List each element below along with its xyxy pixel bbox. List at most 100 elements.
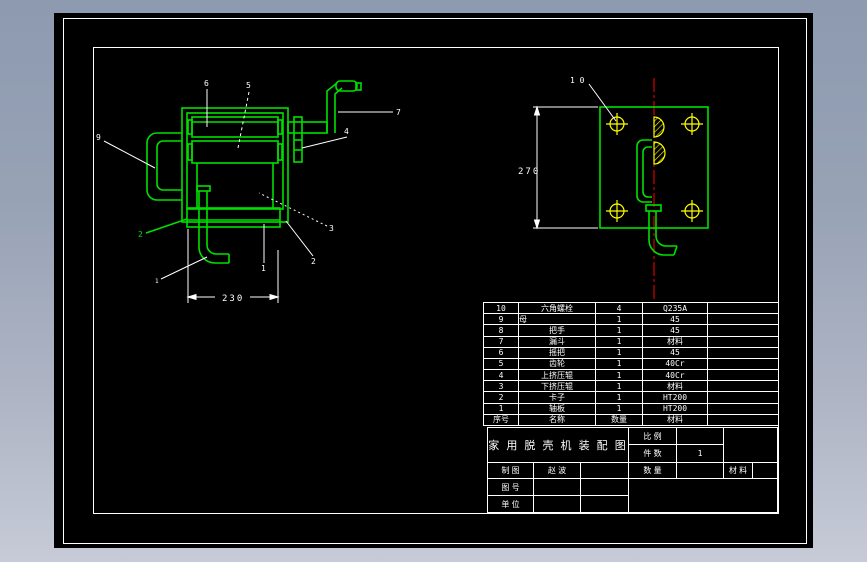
callout-1b: 1 xyxy=(155,278,159,285)
part-name: 母 xyxy=(518,313,596,326)
title-block-blank-cell xyxy=(628,478,778,513)
part-material: 45 xyxy=(642,313,708,326)
header-note xyxy=(707,413,779,427)
part-name: 下挤压辊 xyxy=(518,380,596,393)
table-row: 10 六角螺栓 4 Q235A xyxy=(483,301,779,315)
drawn-by-value: 赵 波 xyxy=(533,462,581,479)
part-name: 把手 xyxy=(518,324,596,337)
part-note xyxy=(707,313,779,326)
parts-list-table: 10 六角螺栓 4 Q235A 9 母 1 45 8 把手 1 45 7 漏斗 … xyxy=(483,301,779,427)
part-note xyxy=(707,346,779,359)
part-note xyxy=(707,357,779,371)
title-block-blank-cell xyxy=(580,495,629,513)
quantity-value xyxy=(676,462,724,479)
part-name: 六角螺栓 xyxy=(518,301,596,315)
part-qty: 1 xyxy=(595,357,643,371)
part-material: HT200 xyxy=(642,402,708,415)
header-no: 序号 xyxy=(483,413,519,427)
part-qty: 1 xyxy=(595,369,643,382)
drawing-title: 家 用 脱 壳 机 装 配 图 xyxy=(487,427,629,463)
cad-application-window: { "colors": { "drawing_green": "#00e000"… xyxy=(0,0,867,562)
pieces-value: 1 xyxy=(676,444,724,463)
callout-3: 3 xyxy=(329,224,334,233)
callout-4: 4 xyxy=(344,127,349,136)
material-label: 材 料 xyxy=(723,462,753,479)
part-name: 轴板 xyxy=(518,402,596,415)
callout-2: 2 xyxy=(311,257,316,266)
part-material: 40Cr xyxy=(642,369,708,382)
unit-label: 单 位 xyxy=(487,495,534,513)
part-material: 40Cr xyxy=(642,357,708,371)
table-row: 2 卡子 1 HT200 xyxy=(483,391,779,404)
side-plate-view: 270 1 0 xyxy=(518,76,709,300)
part-qty: 1 xyxy=(595,346,643,359)
cad-drawing-canvas[interactable]: 6 5 7 4 9 2 3 2 1 1 230 270 1 0 10 六角螺栓 … xyxy=(54,13,813,548)
part-name: 卡子 xyxy=(518,391,596,404)
machine-body-outline xyxy=(145,80,362,264)
assembly-front-view: 6 5 7 4 9 2 3 2 1 1 230 xyxy=(96,79,401,304)
part-material: 45 xyxy=(642,346,708,359)
title-block-blank-cell xyxy=(752,462,778,479)
callout-10: 1 0 xyxy=(570,76,585,85)
table-row: 3 下挤压辊 1 材料 xyxy=(483,380,779,393)
table-row: 6 摇把 1 45 xyxy=(483,346,779,359)
part-no: 6 xyxy=(483,346,519,359)
part-material: HT200 xyxy=(642,391,708,404)
callout-6: 6 xyxy=(204,79,209,88)
table-row: 1 轴板 1 HT200 xyxy=(483,402,779,415)
table-row: 9 母 1 45 xyxy=(483,313,779,326)
dimension-lines xyxy=(533,83,617,230)
part-material: Q235A xyxy=(642,301,708,315)
callout-2-green: 2 xyxy=(138,230,143,239)
part-name: 漏斗 xyxy=(518,335,596,348)
part-material: 材料 xyxy=(642,335,708,348)
part-no: 7 xyxy=(483,335,519,348)
quantity-label: 数 量 xyxy=(628,462,677,479)
title-block-blank-cell xyxy=(533,478,581,496)
part-no: 4 xyxy=(483,369,519,382)
part-qty: 1 xyxy=(595,324,643,337)
callout-9: 9 xyxy=(96,133,101,142)
dim-230: 230 xyxy=(222,294,244,304)
scale-label: 比 例 xyxy=(628,427,677,445)
title-block: 家 用 脱 壳 机 装 配 图 比 例 件 数 1 制 图 赵 波 数 量 材 … xyxy=(487,427,778,513)
part-qty: 1 xyxy=(595,313,643,326)
part-name: 摇把 xyxy=(518,346,596,359)
pieces-label: 件 数 xyxy=(628,444,677,463)
title-block-blank-cell xyxy=(723,427,778,463)
dimension-labels: 270 1 0 xyxy=(518,76,585,177)
table-row: 4 上挤压辊 1 40Cr xyxy=(483,369,779,382)
callout-leader-lines xyxy=(103,89,393,303)
header-qty: 数量 xyxy=(595,413,643,427)
table-row: 8 把手 1 45 xyxy=(483,324,779,337)
part-note xyxy=(707,324,779,337)
part-note xyxy=(707,301,779,315)
scale-value xyxy=(676,427,724,445)
part-qty: 1 xyxy=(595,335,643,348)
part-qty: 4 xyxy=(595,301,643,315)
part-note xyxy=(707,391,779,404)
drawn-by-label: 制 图 xyxy=(487,462,534,479)
title-block-blank-cell xyxy=(533,495,581,513)
callout-1: 1 xyxy=(261,264,266,273)
callout-5: 5 xyxy=(246,81,251,90)
table-row: 5 齿轮 1 40Cr xyxy=(483,357,779,371)
part-material: 45 xyxy=(642,324,708,337)
title-block-blank-cell xyxy=(580,478,629,496)
title-block-blank-cell xyxy=(580,462,629,479)
part-note xyxy=(707,369,779,382)
table-row: 7 漏斗 1 材料 xyxy=(483,335,779,348)
part-qty: 1 xyxy=(595,380,643,393)
part-no: 2 xyxy=(483,391,519,404)
dim-270: 270 xyxy=(518,167,540,177)
table-header-row: 序号 名称 数量 材料 xyxy=(483,413,779,427)
drawing-no-label: 图 号 xyxy=(487,478,534,496)
part-note xyxy=(707,380,779,393)
part-note xyxy=(707,335,779,348)
part-name: 齿轮 xyxy=(518,357,596,371)
part-no: 5 xyxy=(483,357,519,371)
part-qty: 1 xyxy=(595,391,643,404)
shaft-section-bottom xyxy=(653,141,666,165)
part-no: 8 xyxy=(483,324,519,337)
part-no: 9 xyxy=(483,313,519,326)
